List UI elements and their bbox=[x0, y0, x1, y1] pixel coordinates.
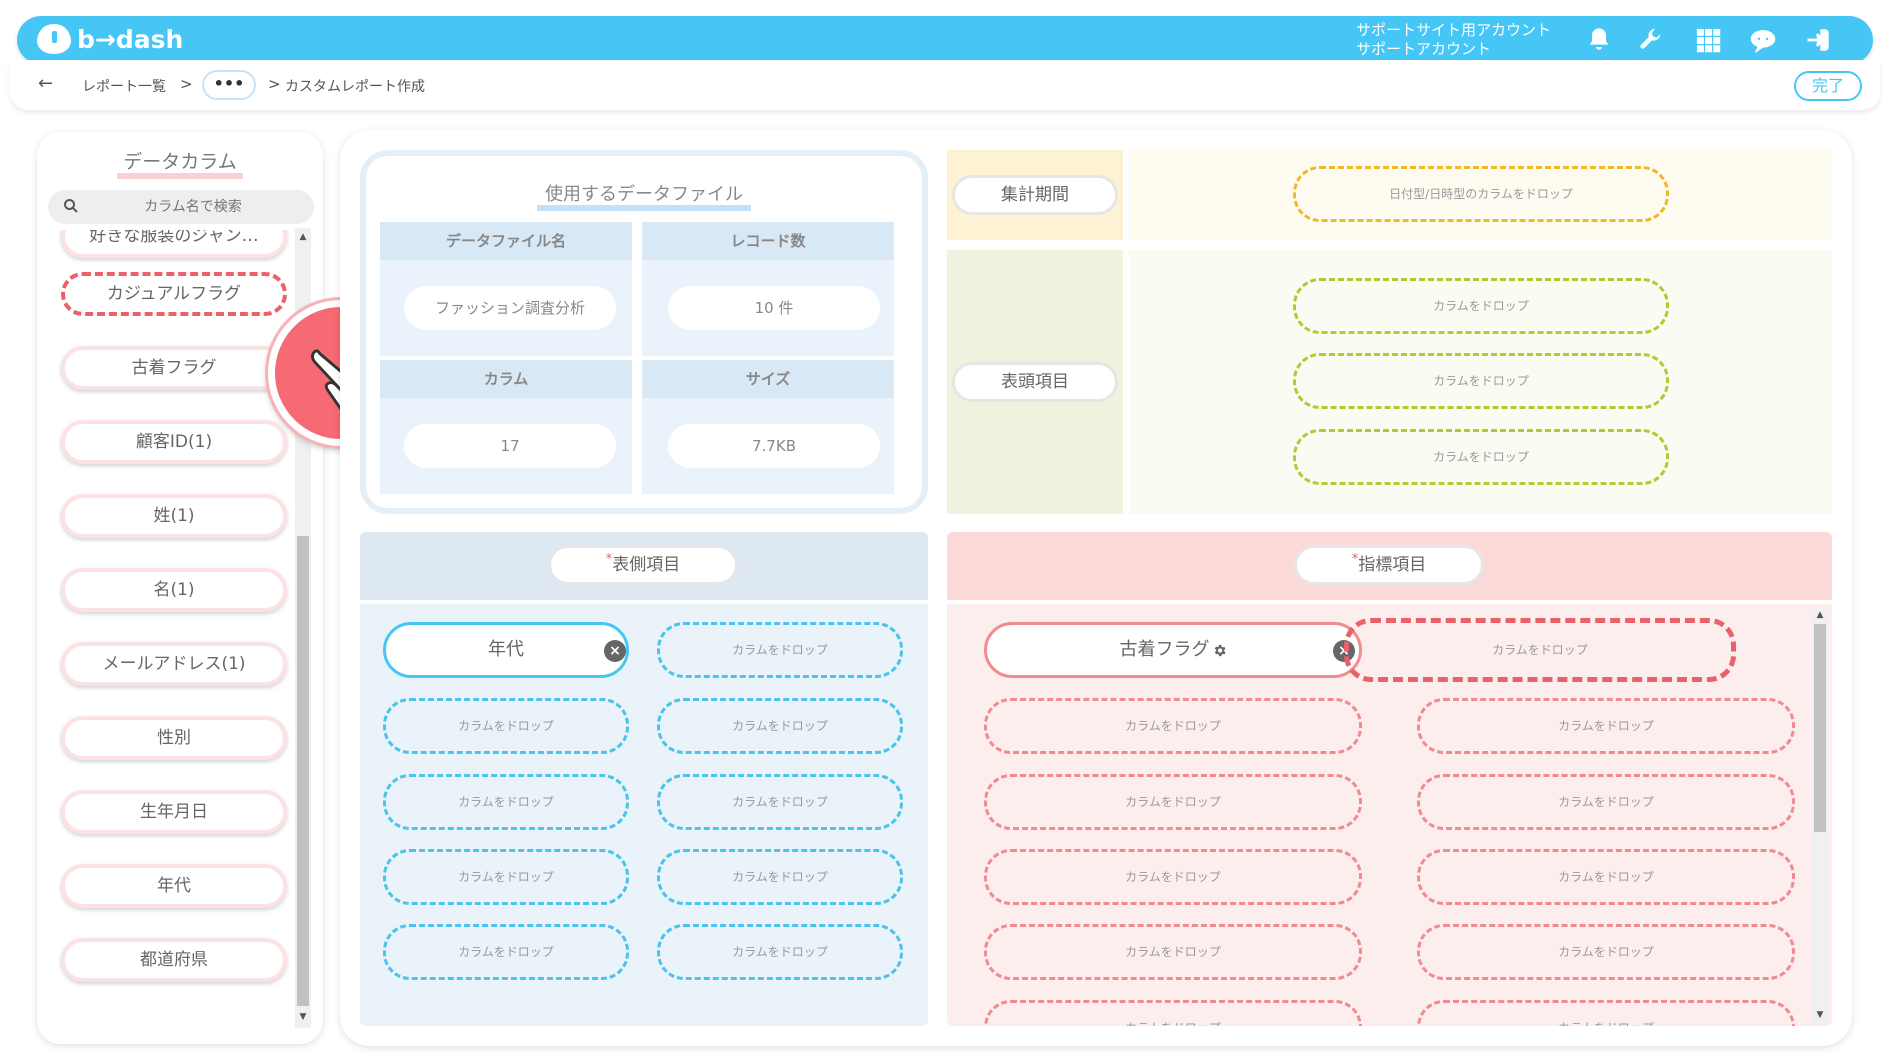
breadcrumb-separator: > bbox=[268, 75, 281, 93]
top-navigation-bar: b→dash サポートサイト用アカウント サポートアカウント bbox=[17, 16, 1873, 64]
side-drop-zone[interactable]: カラムをドロップ bbox=[383, 698, 629, 754]
column-item-active[interactable]: カジュアルフラグ bbox=[61, 272, 287, 316]
scroll-up-arrow-icon[interactable]: ▲ bbox=[1814, 610, 1826, 620]
data-file-info-box: 使用するデータファイル データファイル名 ファッション調査分析 レコード数 10… bbox=[360, 150, 928, 514]
column-item[interactable]: メールアドレス(1) bbox=[61, 642, 287, 686]
metric-item-chip[interactable]: 古着フラグ × bbox=[984, 622, 1362, 678]
column-item[interactable]: 古着フラグ bbox=[61, 346, 287, 390]
file-name-value: ファッション調査分析 bbox=[404, 286, 616, 330]
column-list: 好きな服装のジャン… カジュアルフラグ 古着フラグ 顧客ID(1) 姓(1) 名… bbox=[37, 230, 299, 1030]
metric-drop-zone[interactable]: カラムをドロップ bbox=[1417, 1000, 1795, 1026]
header-items-label: 表頭項目 bbox=[952, 362, 1118, 402]
column-item[interactable]: 都道府県 bbox=[61, 938, 287, 982]
side-drop-zone[interactable]: カラムをドロップ bbox=[383, 849, 629, 905]
data-file-title: 使用するデータファイル bbox=[366, 180, 922, 211]
column-search-input[interactable] bbox=[88, 196, 298, 218]
gear-icon[interactable] bbox=[1212, 643, 1227, 658]
metric-drop-zone[interactable]: カラムをドロップ bbox=[1417, 698, 1795, 754]
column-count-header: カラム bbox=[380, 360, 632, 398]
required-mark: * bbox=[1351, 552, 1359, 567]
header-drop-zone[interactable]: カラムをドロップ bbox=[1293, 278, 1669, 334]
header-drop-zone[interactable]: カラムをドロップ bbox=[1293, 429, 1669, 485]
metric-drop-zone[interactable]: カラムをドロップ bbox=[984, 698, 1362, 754]
file-name-header: データファイル名 bbox=[380, 222, 632, 260]
scroll-down-arrow-icon[interactable]: ▼ bbox=[1814, 1010, 1826, 1020]
column-item[interactable]: 年代 bbox=[61, 864, 287, 908]
search-icon bbox=[64, 199, 78, 213]
side-item-chip[interactable]: 年代 × bbox=[383, 622, 629, 678]
column-item[interactable]: 生年月日 bbox=[61, 790, 287, 834]
side-drop-zone[interactable]: カラムをドロップ bbox=[383, 924, 629, 980]
logout-icon[interactable] bbox=[1803, 26, 1833, 54]
column-item[interactable]: 名(1) bbox=[61, 568, 287, 612]
metric-drop-zone[interactable]: カラムをドロップ bbox=[1417, 774, 1795, 830]
column-search-box[interactable] bbox=[48, 190, 314, 224]
breadcrumb-separator: > bbox=[180, 75, 193, 93]
file-size-header: サイズ bbox=[642, 360, 894, 398]
data-column-title: データカラム bbox=[37, 147, 323, 179]
metric-drop-zone[interactable]: カラムをドロップ bbox=[984, 924, 1362, 980]
wrench-icon[interactable] bbox=[1637, 26, 1667, 54]
metric-drop-zone[interactable]: カラムをドロップ bbox=[984, 1000, 1362, 1026]
scroll-up-arrow-icon[interactable]: ▲ bbox=[297, 232, 309, 242]
logo-text: b→dash bbox=[77, 24, 184, 54]
done-button[interactable]: 完了 bbox=[1794, 71, 1862, 101]
column-item[interactable]: 顧客ID(1) bbox=[61, 420, 287, 464]
column-item[interactable]: 好きな服装のジャン… bbox=[61, 230, 287, 258]
side-drop-zone[interactable]: カラムをドロップ bbox=[657, 698, 903, 754]
metric-item-chip-label: 古着フラグ bbox=[1119, 639, 1210, 660]
side-item-chip-label: 年代 bbox=[488, 639, 524, 660]
breadcrumb-report-list[interactable]: レポート一覧 bbox=[82, 76, 166, 96]
required-mark: * bbox=[605, 552, 613, 567]
header-drop-zone[interactable]: カラムをドロップ bbox=[1293, 353, 1669, 409]
chat-bot-icon[interactable] bbox=[1748, 26, 1778, 54]
column-item[interactable]: 姓(1) bbox=[61, 494, 287, 538]
account-site-name: サポートサイト用アカウント bbox=[1356, 21, 1552, 39]
record-count-header: レコード数 bbox=[642, 222, 894, 260]
back-arrow-icon[interactable]: ← bbox=[38, 73, 53, 94]
side-drop-zone[interactable]: カラムをドロップ bbox=[657, 924, 903, 980]
side-drop-zone[interactable]: カラムをドロップ bbox=[383, 774, 629, 830]
metric-drop-zone[interactable]: カラムをドロップ bbox=[984, 774, 1362, 830]
breadcrumb-bar: ← レポート一覧 > ••• > カスタムレポート作成 完了 bbox=[10, 60, 1880, 110]
side-drop-zone[interactable]: カラムをドロップ bbox=[657, 774, 903, 830]
scroll-down-arrow-icon[interactable]: ▼ bbox=[297, 1012, 309, 1022]
bell-icon[interactable] bbox=[1584, 26, 1614, 54]
breadcrumb-more-button[interactable]: ••• bbox=[202, 70, 256, 100]
side-items-label: *表側項目 bbox=[548, 545, 738, 585]
record-count-value: 10 件 bbox=[668, 286, 880, 330]
metric-drop-zone[interactable]: カラムをドロップ bbox=[1417, 924, 1795, 980]
bdash-logo[interactable]: b→dash bbox=[37, 24, 183, 54]
period-label: 集計期間 bbox=[952, 175, 1118, 215]
remove-chip-icon[interactable]: × bbox=[604, 640, 626, 662]
metric-drop-zone-highlighted[interactable]: カラムをドロップ bbox=[1344, 618, 1736, 682]
column-item[interactable]: 性別 bbox=[61, 716, 287, 760]
metric-scroll-thumb[interactable] bbox=[1814, 624, 1826, 832]
data-column-panel: データカラム 好きな服装のジャン… カジュアルフラグ 古着フラグ 顧客ID(1)… bbox=[37, 132, 323, 1044]
logo-mark-icon bbox=[37, 24, 71, 54]
metric-items-label: *指標項目 bbox=[1294, 545, 1484, 585]
report-builder-panel: 使用するデータファイル データファイル名 ファッション調査分析 レコード数 10… bbox=[340, 130, 1852, 1046]
metric-items-drop-area: 古着フラグ × カラムをドロップ カラムをドロップ カラムをドロップ カラムをド… bbox=[947, 604, 1832, 1026]
file-size-value: 7.7KB bbox=[668, 424, 880, 468]
side-drop-zone[interactable]: カラムをドロップ bbox=[657, 622, 903, 678]
side-drop-zone[interactable]: カラムをドロップ bbox=[657, 849, 903, 905]
account-info[interactable]: サポートサイト用アカウント サポートアカウント bbox=[1356, 21, 1551, 59]
metric-drop-zone[interactable]: カラムをドロップ bbox=[1417, 849, 1795, 905]
breadcrumb-current: カスタムレポート作成 bbox=[285, 79, 425, 95]
account-user-name: サポートアカウント bbox=[1356, 40, 1492, 58]
period-drop-zone[interactable]: 日付型/日時型のカラムをドロップ bbox=[1293, 166, 1669, 222]
metric-drop-zone[interactable]: カラムをドロップ bbox=[984, 849, 1362, 905]
column-list-scroll-thumb[interactable] bbox=[297, 536, 309, 1006]
column-count-value: 17 bbox=[404, 424, 616, 468]
grid-icon[interactable] bbox=[1693, 26, 1723, 54]
